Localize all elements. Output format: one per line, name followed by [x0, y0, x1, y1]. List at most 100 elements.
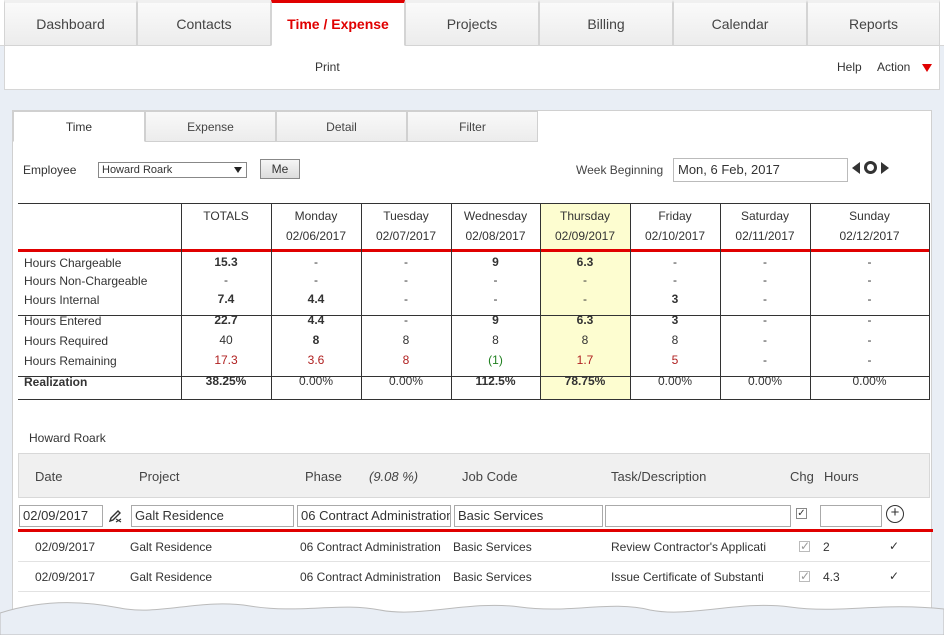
- employee-select[interactable]: Howard Roark: [98, 162, 247, 178]
- add-entry-icon[interactable]: +: [886, 505, 904, 523]
- check-icon: ✓: [889, 539, 900, 553]
- table-row[interactable]: 02/09/2017 Galt Residence 06 Contract Ad…: [18, 562, 930, 592]
- summary-value: 4.4: [307, 313, 325, 327]
- summary-value: 0.00%: [388, 374, 424, 388]
- dropdown-triangle-icon[interactable]: [922, 64, 932, 72]
- tab-calendar[interactable]: Calendar: [673, 0, 807, 46]
- subtab-filter[interactable]: Filter: [407, 111, 538, 142]
- column-day-5: Friday: [658, 209, 692, 223]
- week-beginning-label: Week Beginning: [576, 163, 664, 177]
- summary-value: -: [404, 313, 408, 327]
- pencil-icon[interactable]: [107, 508, 123, 524]
- summary-value: 8: [402, 353, 410, 367]
- summary-value: -: [404, 292, 408, 306]
- column-date-7: 02/12/2017: [839, 229, 900, 243]
- summary-value: -: [763, 292, 767, 306]
- entry-phase: 06 Contract Administration: [300, 570, 441, 584]
- entries-person-name: Howard Roark: [29, 431, 106, 445]
- print-link[interactable]: Print: [315, 60, 340, 74]
- summary-value: -: [867, 273, 872, 287]
- entry-phase: 06 Contract Administration: [300, 540, 441, 554]
- header-job-code: Job Code: [462, 469, 518, 484]
- summary-value: 3: [671, 313, 679, 327]
- tab-dashboard[interactable]: Dashboard: [4, 0, 137, 46]
- new-phase-input[interactable]: 06 Contract Administration: [297, 505, 451, 527]
- summary-value: -: [867, 333, 872, 347]
- entry-date: 02/09/2017: [35, 570, 96, 584]
- column-date-5: 02/10/2017: [644, 229, 706, 243]
- summary-value: -: [673, 273, 677, 287]
- tab-contacts[interactable]: Contacts: [137, 0, 271, 46]
- entry-hours: 4.3: [823, 570, 840, 584]
- summary-value: 3: [671, 292, 679, 306]
- action-menu[interactable]: Action: [877, 60, 910, 74]
- table-row[interactable]: 02/09/2017 Galt Residence 06 Contract Ad…: [18, 532, 930, 562]
- previous-week-icon[interactable]: [852, 162, 860, 174]
- me-button[interactable]: Me: [260, 159, 300, 179]
- summary-value: 8: [402, 333, 410, 347]
- new-task-input[interactable]: [605, 505, 791, 527]
- tab-projects[interactable]: Projects: [405, 0, 539, 46]
- new-job-code-input[interactable]: Basic Services: [454, 505, 603, 527]
- tab-time-expense[interactable]: Time / Expense: [271, 0, 405, 46]
- top-nav: Dashboard Contacts Time / Expense Projec…: [0, 0, 944, 46]
- new-chargeable-checkbox[interactable]: ✓: [796, 508, 807, 519]
- summary-value: -: [404, 255, 408, 269]
- next-week-icon[interactable]: [881, 162, 889, 174]
- header-date: Date: [35, 469, 63, 484]
- summary-value: 8: [671, 333, 679, 347]
- employee-label: Employee: [23, 163, 77, 177]
- subtab-expense[interactable]: Expense: [145, 111, 276, 142]
- summary-value: -: [763, 313, 767, 327]
- summary-value: -: [314, 255, 318, 269]
- row-label-4: Hours Required: [24, 334, 109, 348]
- summary-value: 0.00%: [747, 374, 783, 388]
- phase-percentage: (9.08 %): [369, 469, 419, 484]
- summary-value: -: [493, 292, 498, 306]
- new-date-input[interactable]: 02/09/2017: [19, 505, 103, 527]
- summary-value: 17.3: [214, 353, 238, 367]
- entry-job-code: Basic Services: [453, 540, 532, 554]
- column-day-2: Tuesday: [383, 209, 429, 223]
- row-label-5: Hours Remaining: [24, 354, 117, 368]
- summary-value: 78.75%: [564, 374, 606, 388]
- tab-reports[interactable]: Reports: [807, 0, 940, 46]
- summary-value: 0.00%: [298, 374, 334, 388]
- check-icon: ✓: [889, 569, 900, 583]
- column-day-0: TOTALS: [203, 209, 249, 223]
- entry-chargeable-checkbox: ✓: [799, 571, 810, 582]
- summary-value: -: [867, 353, 872, 367]
- week-beginning-input[interactable]: Mon, 6 Feb, 2017: [673, 158, 848, 182]
- summary-value: -: [673, 255, 677, 269]
- employee-value: Howard Roark: [102, 164, 173, 176]
- summary-value: -: [763, 353, 767, 367]
- summary-value: -: [763, 255, 767, 269]
- weekly-summary-grid: TOTALS Monday 02/06/2017 Tuesday 02/07/2017 W…: [18, 203, 930, 403]
- summary-value: 40: [219, 333, 233, 347]
- subtab-time[interactable]: Time: [13, 111, 145, 142]
- torn-edge: [0, 602, 944, 635]
- summary-value: -: [224, 273, 228, 287]
- chevron-down-icon: [234, 167, 242, 173]
- summary-value: 9: [492, 313, 499, 327]
- summary-value: 6.3: [576, 255, 594, 269]
- summary-value: -: [867, 313, 872, 327]
- summary-value: 7.4: [217, 292, 235, 306]
- tab-billing[interactable]: Billing: [539, 0, 673, 46]
- entry-date: 02/09/2017: [35, 540, 96, 554]
- entries-header: Date Project Phase (9.08 %) Job Code Tas…: [18, 453, 930, 498]
- summary-value: (1): [488, 353, 503, 367]
- summary-value: 3.6: [307, 353, 325, 367]
- entry-task: Issue Certificate of Substanti: [611, 570, 764, 584]
- summary-value: 15.3: [214, 255, 238, 269]
- help-link[interactable]: Help: [837, 60, 862, 74]
- current-week-icon[interactable]: [864, 161, 877, 174]
- summary-value: -: [583, 292, 587, 306]
- summary-value: -: [314, 273, 318, 287]
- subtab-detail[interactable]: Detail: [276, 111, 407, 142]
- column-day-3: Wednesday: [463, 209, 528, 223]
- summary-value: 38.25%: [205, 374, 247, 388]
- time-panel: Time Expense Detail Filter Employee Howa…: [12, 110, 933, 635]
- new-hours-input[interactable]: [820, 505, 882, 527]
- new-project-input[interactable]: Galt Residence: [131, 505, 294, 527]
